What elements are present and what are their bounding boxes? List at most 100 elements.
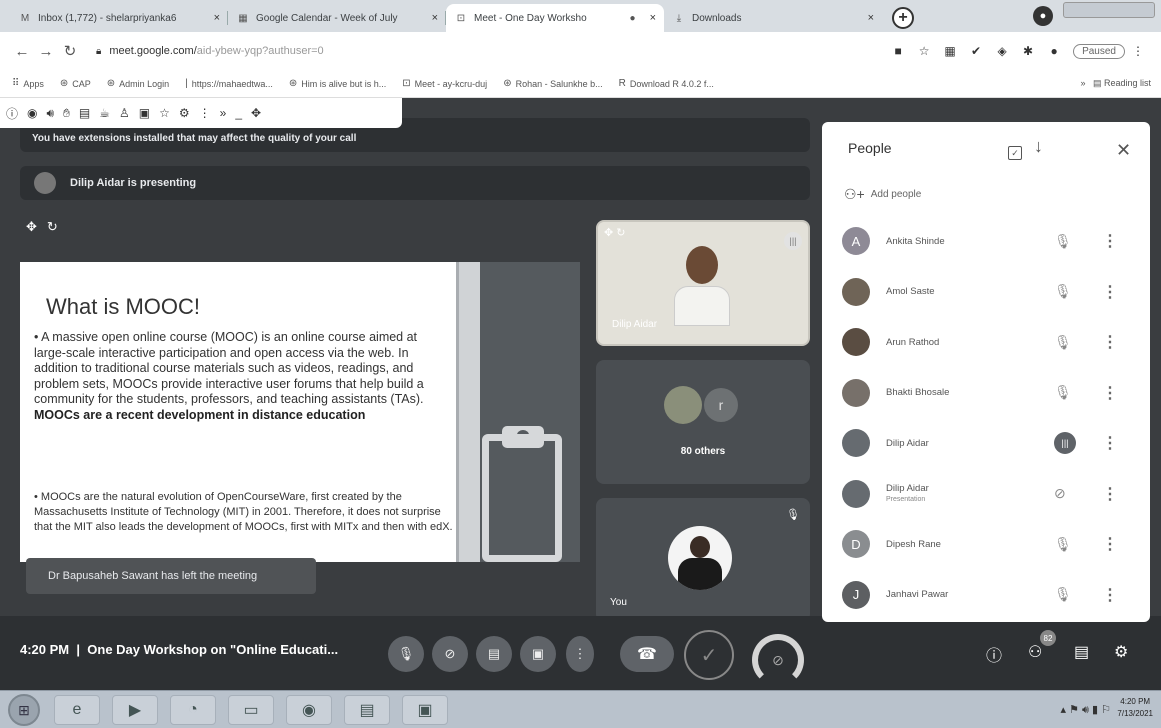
self-tile[interactable]: 🎙︎ You <box>596 498 810 622</box>
bookmark-download-r[interactable]: R Download R 4.0.2 f... <box>619 78 714 89</box>
bookmark-cap[interactable]: ⊛ CAP <box>60 78 91 89</box>
chevron-right-icon[interactable]: » <box>220 106 227 120</box>
system-tray-icons[interactable]: ▴ ⚑ 🔊︎ ▮ ⚐ <box>1061 703 1111 717</box>
close-icon[interactable]: ✕ <box>1116 140 1131 161</box>
reload-icon[interactable]: ↻ <box>58 42 82 60</box>
forward-arrow-icon[interactable]: → <box>34 43 58 60</box>
eye-icon[interactable]: ◉ <box>27 106 37 120</box>
mic-off-icon[interactable]: 🎙︎ <box>1054 233 1072 250</box>
more-options-icon[interactable]: ⋮ <box>1102 282 1118 302</box>
notes-app-icon[interactable]: ▤ <box>344 695 390 725</box>
participant-row[interactable]: Amol Saste 🎙︎ ⋮ <box>822 267 1150 318</box>
tile-controls-icon[interactable]: ✥ ↻ <box>604 226 626 239</box>
start-button[interactable]: ⊞ <box>8 694 40 726</box>
more-options-icon[interactable]: ⋮ <box>1102 534 1118 554</box>
info-icon[interactable]: ⓘ <box>986 642 1002 666</box>
present-button[interactable]: ▣ <box>520 636 556 672</box>
checkmark-extension-icon[interactable]: ✔ <box>963 44 989 58</box>
tab-close-icon[interactable]: × <box>650 12 656 24</box>
tab-close-icon[interactable]: × <box>214 12 220 24</box>
tab-gmail[interactable]: M Inbox (1,772) - shelarpriyanka6 × <box>10 4 228 32</box>
participant-row[interactable]: D Dipesh Rane 🎙︎ ⋮ <box>822 519 1150 570</box>
bookmark-star-icon[interactable]: ☆ <box>911 44 937 58</box>
connection-indicator[interactable]: ⊘ <box>752 634 804 686</box>
participant-row[interactable]: Dilip Aidar ||| ⋮ <box>822 418 1150 469</box>
settings-gear-icon[interactable]: ⚙ <box>179 106 190 120</box>
back-arrow-icon[interactable]: ← <box>10 43 34 60</box>
mic-off-icon[interactable]: 🎙︎ <box>1054 586 1072 603</box>
others-tile[interactable]: r 80 others <box>596 360 810 484</box>
participant-row[interactable]: Bhakti Bhosale 🎙︎ ⋮ <box>822 368 1150 419</box>
checkbox-icon[interactable]: ✓ <box>1008 146 1022 160</box>
file-explorer-icon[interactable]: ▭ <box>228 695 274 725</box>
star-icon[interactable]: ☆ <box>159 106 170 120</box>
captions-button[interactable]: ▤ <box>476 636 512 672</box>
participant-row[interactable]: Dilip Aidar Presentation ⊘ ⋮ <box>822 469 1150 520</box>
minimize-icon[interactable]: _ <box>235 106 242 120</box>
system-clock[interactable]: 4:20 PM 7/13/2021 <box>1117 696 1153 720</box>
mic-off-icon[interactable]: 🎙︎ <box>1054 384 1072 401</box>
add-people-button[interactable]: ⚇+ Add people <box>844 186 921 203</box>
tab-downloads[interactable]: ⤓ Downloads × <box>664 4 882 32</box>
mic-off-icon[interactable]: 🎙︎ <box>1054 334 1072 351</box>
paused-badge[interactable]: Paused <box>1073 43 1125 59</box>
move-arrows-icon[interactable]: ✥ <box>251 106 261 120</box>
bookmark-rohan[interactable]: ⊛ Rohan - Salunkhe b... <box>503 78 602 89</box>
camera-indicator-icon[interactable]: ■ <box>885 44 911 58</box>
internet-explorer-icon[interactable]: e <box>54 695 100 725</box>
notes-icon[interactable]: ▤ <box>79 106 90 120</box>
mic-toggle-button[interactable]: 🎙︎ <box>388 636 424 672</box>
activities-icon[interactable]: ⚙ <box>1114 642 1128 662</box>
tab-close-icon[interactable]: × <box>432 12 438 24</box>
mic-off-icon[interactable]: 🎙︎ <box>1054 536 1072 553</box>
hand-icon[interactable]: ✋︎ <box>63 106 70 121</box>
url-field[interactable]: 🔒︎ meet.google.com/ aid-ybew-yqp?authuse… <box>96 45 885 57</box>
new-tab-button[interactable]: + <box>892 7 914 29</box>
arrow-down-icon[interactable]: ↓ <box>1034 136 1043 157</box>
more-dots-icon[interactable]: ⋮ <box>199 106 211 120</box>
tab-close-icon[interactable]: × <box>868 12 874 24</box>
bookmark-him-alive[interactable]: ⊛ Him is alive but is h... <box>289 78 386 89</box>
bookmark-apps[interactable]: ⠿ Apps <box>12 78 44 89</box>
person-icon[interactable]: ♙ <box>119 106 130 120</box>
media-player-icon[interactable]: ▶ <box>112 695 158 725</box>
window-controls[interactable] <box>1063 2 1155 18</box>
leave-call-button[interactable]: ☎︎ <box>620 636 674 672</box>
profile-icon[interactable]: ● <box>1033 6 1053 26</box>
move-arrows-icon[interactable]: ✥ <box>26 219 37 235</box>
cup-icon[interactable]: ☕︎ <box>99 106 110 120</box>
menu-dots-icon[interactable]: ⋮ <box>1125 44 1151 58</box>
speaker-icon[interactable]: 🔊︎ <box>47 106 55 121</box>
participant-row[interactable]: Arun Rathod 🎙︎ ⋮ <box>822 317 1150 368</box>
check-ring-button[interactable]: ✓ <box>684 630 734 680</box>
more-options-icon[interactable]: ⋮ <box>1102 433 1118 453</box>
bookmark-mahaedtwa[interactable]: | https://mahaedtwa... <box>185 78 273 89</box>
refresh-icon[interactable]: ↻ <box>47 219 58 235</box>
more-options-icon[interactable]: ⋮ <box>1102 383 1118 403</box>
chat-icon[interactable]: ▤ <box>1074 642 1089 662</box>
more-options-icon[interactable]: ⋮ <box>1102 484 1118 504</box>
camera-toggle-button[interactable]: ⊘ <box>432 636 468 672</box>
participant-row[interactable]: A Ankita Shinde 🎙︎ ⋮ <box>822 216 1150 267</box>
extension-grid-icon[interactable]: ▦ <box>937 44 963 58</box>
mic-off-icon[interactable]: 🎙︎ <box>1054 283 1072 300</box>
tab-meet[interactable]: ⊡ Meet - One Day Worksho ● × <box>446 4 664 32</box>
chat-icon[interactable]: ▣ <box>139 106 150 120</box>
more-options-icon[interactable]: ⋮ <box>1102 585 1118 605</box>
presenter-video-tile[interactable]: ✥ ↻ ||| Dilip Aidar <box>596 220 810 346</box>
window-app-icon[interactable]: ▣ <box>402 695 448 725</box>
bookmark-admin-login[interactable]: ⊛ Admin Login <box>107 78 169 89</box>
presentation-slide[interactable]: What is MOOC! • A massive open online co… <box>20 262 580 562</box>
people-icon[interactable]: ⚇ <box>1028 642 1042 662</box>
tab-calendar[interactable]: ▦ Google Calendar - Week of July × <box>228 4 446 32</box>
info-icon[interactable]: ⓘ <box>6 105 18 122</box>
avatar[interactable]: ● <box>1041 44 1067 58</box>
more-options-icon[interactable]: ⋮ <box>1102 332 1118 352</box>
reading-list[interactable]: » ▤ Reading list <box>1080 78 1151 89</box>
puzzle-icon[interactable]: ✱ <box>1015 44 1041 58</box>
more-options-button[interactable]: ⋮ <box>566 636 594 672</box>
shield-extension-icon[interactable]: ◈ <box>989 44 1015 58</box>
presentation-off-icon[interactable]: ⊘ <box>1054 485 1066 502</box>
participant-row[interactable]: J Janhavi Pawar 🎙︎ ⋮ <box>822 570 1150 621</box>
bookmark-meet[interactable]: ⊡ Meet - ay-kcru-duj <box>402 78 487 89</box>
